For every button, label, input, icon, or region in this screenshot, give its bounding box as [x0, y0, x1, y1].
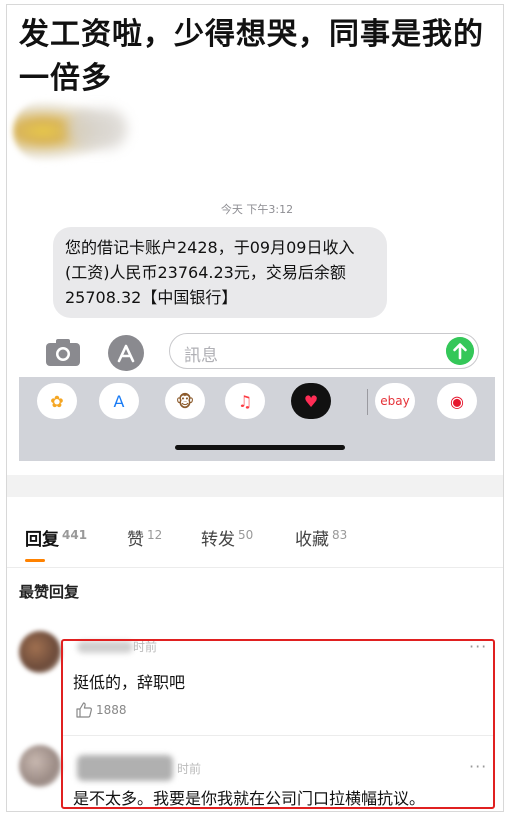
message-input[interactable]: 訊息 [169, 333, 479, 369]
tab-replies-count: 441 [62, 528, 88, 542]
tab-favorites[interactable]: 收藏 83 [295, 525, 347, 550]
section-separator [7, 475, 503, 497]
weibo-icon[interactable]: ◉ [437, 383, 477, 419]
highlight-annotation-box [61, 639, 495, 809]
animoji-icon[interactable]: 🐵 [165, 383, 205, 419]
app-tray-row: ✿ A 🐵 ♫ ♥ ebay ◉ [37, 379, 497, 423]
sms-message-bubble: 您的借记卡账户2428，于09月09日收入(工资)人民币23764.23元，交易… [53, 227, 387, 318]
tab-reposts[interactable]: 转发 50 [201, 525, 253, 550]
music-icon[interactable]: ♫ [225, 383, 265, 419]
top-replies-heading: 最赞回复 [19, 583, 80, 601]
ebay-icon[interactable]: ebay [375, 383, 415, 419]
sms-timestamp: 今天 下午3:12 [220, 203, 294, 216]
tab-likes-label: 赞 [127, 530, 144, 550]
digital-touch-icon[interactable]: ♥ [291, 383, 331, 419]
active-tab-indicator [25, 559, 45, 562]
imessage-app-tray: ✿ A 🐵 ♫ ♥ ebay ◉ [19, 377, 495, 461]
comment-avatar[interactable] [19, 745, 61, 787]
tab-likes[interactable]: 赞 12 [127, 525, 162, 550]
message-composer: 訊息 [43, 331, 483, 373]
tab-replies[interactable]: 回复 441 [25, 525, 87, 550]
tab-favorites-label: 收藏 [295, 530, 329, 550]
message-input-placeholder: 訊息 [184, 346, 218, 366]
camera-icon[interactable] [43, 335, 83, 369]
tray-divider [367, 389, 368, 415]
comment-tabs: 回复 441 赞 12 转发 50 收藏 83 [7, 497, 503, 568]
sms-screenshot: 今天 下午3:12 您的借记卡账户2428，于09月09日收入(工资)人民币23… [19, 173, 495, 461]
comment-avatar[interactable] [19, 631, 61, 673]
home-indicator [175, 445, 345, 450]
post-title: 发工资啦，少得想哭，同事是我的一倍多 [19, 17, 484, 96]
send-arrow-icon[interactable] [446, 337, 474, 365]
app-store-icon[interactable] [107, 334, 145, 372]
tab-reposts-count: 50 [238, 528, 254, 542]
photos-icon[interactable]: ✿ [37, 383, 77, 419]
tab-replies-label: 回复 [25, 530, 59, 550]
app-store-icon[interactable]: A [99, 383, 139, 419]
tab-likes-count: 12 [147, 528, 163, 542]
tab-favorites-count: 83 [332, 528, 348, 542]
author-name-blurred [67, 109, 127, 149]
post-frame: 发工资啦，少得想哭，同事是我的一倍多 今天 下午3:12 您的借记卡账户2428… [6, 4, 504, 812]
tab-reposts-label: 转发 [201, 530, 235, 550]
